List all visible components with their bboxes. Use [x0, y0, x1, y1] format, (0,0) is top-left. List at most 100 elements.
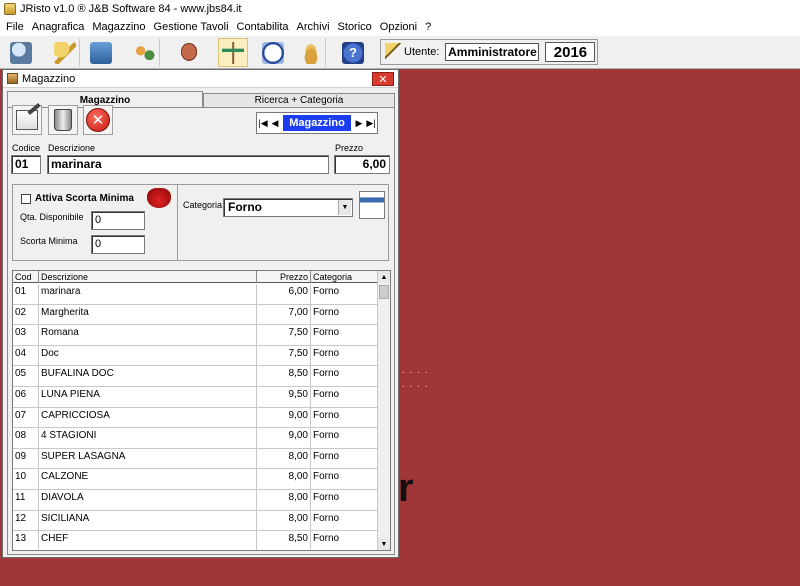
- nav-prev-button[interactable]: ◀: [269, 114, 281, 132]
- products-grid: Cod Descrizione Prezzo Categoria 01 marin…: [12, 270, 391, 551]
- cell-cod: 07: [13, 407, 39, 429]
- table-row[interactable]: 07 CAPRICCIOSA 9,00 Forno: [13, 407, 378, 429]
- cell-categoria: Forno: [311, 366, 378, 387]
- edit-button[interactable]: [12, 105, 42, 135]
- menu-gestione-tavoli[interactable]: Gestione Tavoli: [150, 21, 233, 33]
- categoria-select[interactable]: Forno ▼: [223, 198, 353, 217]
- menu-contabilita[interactable]: Contabilita: [233, 21, 293, 33]
- cell-descrizione: BUFALINA DOC: [39, 366, 257, 387]
- codice-field[interactable]: 01: [11, 155, 41, 174]
- cell-descrizione: 4 STAGIONI: [39, 428, 257, 449]
- table-row[interactable]: 09 SUPER LASAGNA 8,00 Forno: [13, 448, 378, 470]
- tab-ricerca-categoria[interactable]: Ricerca + Categoria: [203, 93, 395, 107]
- cell-categoria: Forno: [311, 284, 378, 305]
- navigator-label: Magazzino: [283, 115, 351, 131]
- table-row[interactable]: 02 Margherita 7,00 Forno: [13, 304, 378, 326]
- table-row[interactable]: 06 LUNA PIENA 9,50 Forno: [13, 387, 378, 408]
- user-terminal-button[interactable]: [6, 38, 36, 67]
- menu-archivi[interactable]: Archivi: [293, 21, 334, 33]
- chevron-down-icon[interactable]: ▼: [338, 200, 351, 215]
- prezzo-label: Prezzo: [335, 143, 364, 153]
- attiva-scorta-checkbox[interactable]: [21, 194, 31, 204]
- menu-magazzino[interactable]: Magazzino: [88, 21, 149, 33]
- qta-disponibile-field[interactable]: 0: [91, 211, 145, 230]
- menu-opzioni[interactable]: Opzioni: [376, 21, 421, 33]
- ham-button[interactable]: [174, 38, 204, 67]
- clock-button[interactable]: [258, 38, 288, 67]
- grid-header: Cod Descrizione Prezzo Categoria: [13, 271, 378, 283]
- people-icon: [134, 41, 156, 64]
- table-row[interactable]: 03 Romana 7,50 Forno: [13, 325, 378, 346]
- cell-categoria: Forno: [311, 469, 378, 490]
- trash-can-icon: [90, 41, 112, 64]
- cell-cod: 10: [13, 469, 39, 490]
- table-button[interactable]: [218, 38, 248, 67]
- cell-cod: 13: [13, 531, 39, 550]
- menu-anagrafica[interactable]: Anagrafica: [28, 21, 89, 33]
- keys-icon: [54, 41, 76, 64]
- cell-cod: 06: [13, 387, 39, 408]
- year-display: 2016: [545, 42, 596, 62]
- waiter-icon[interactable]: [359, 191, 385, 219]
- app-icon: [4, 3, 16, 15]
- user-terminal-icon: [10, 41, 32, 64]
- table-row[interactable]: 04 Doc 7,50 Forno: [13, 345, 378, 367]
- cell-descrizione: Romana: [39, 325, 257, 346]
- window-close-button[interactable]: ✕: [372, 72, 394, 86]
- nav-first-button[interactable]: |◀: [257, 114, 269, 132]
- table-row[interactable]: 10 CALZONE 8,00 Forno: [13, 469, 378, 490]
- cell-categoria: Forno: [311, 345, 378, 367]
- coins-button[interactable]: [296, 38, 326, 67]
- prezzo-field[interactable]: 6,00: [334, 155, 390, 174]
- nav-next-button[interactable]: ▶: [353, 114, 365, 132]
- categoria-value: Forno: [228, 200, 262, 214]
- cell-cod: 04: [13, 345, 39, 367]
- col-cod[interactable]: Cod: [13, 271, 39, 283]
- scroll-thumb[interactable]: [379, 285, 389, 299]
- scroll-up-icon[interactable]: ▲: [378, 271, 390, 283]
- window-title-bar: Magazzino: [3, 70, 398, 88]
- window-title: Magazzino: [22, 72, 76, 85]
- table-row[interactable]: 11 DIAVOLA 8,00 Forno: [13, 490, 378, 511]
- coins-icon: [300, 41, 322, 64]
- attiva-scorta-label: Attiva Scorta Minima: [35, 193, 134, 204]
- cell-categoria: Forno: [311, 304, 378, 326]
- menu-storico[interactable]: Storico: [334, 21, 376, 33]
- scorta-minima-field[interactable]: 0: [91, 235, 145, 254]
- cell-categoria: Forno: [311, 448, 378, 470]
- cell-descrizione: Margherita: [39, 304, 257, 326]
- col-prezzo[interactable]: Prezzo: [257, 271, 311, 283]
- scroll-down-icon[interactable]: ▼: [378, 538, 390, 550]
- menu-file[interactable]: File: [2, 21, 28, 33]
- col-descrizione[interactable]: Descrizione: [39, 271, 257, 283]
- cell-prezzo: 6,00: [257, 284, 311, 305]
- cell-categoria: Forno: [311, 325, 378, 346]
- people-button[interactable]: [130, 38, 160, 67]
- cell-prezzo: 8,00: [257, 448, 311, 470]
- table-row[interactable]: 12 SICILIANA 8,00 Forno: [13, 510, 378, 532]
- scorta-minima-label: Scorta Minima: [20, 236, 78, 246]
- cell-prezzo: 8,00: [257, 469, 311, 490]
- delete-button[interactable]: [48, 105, 78, 135]
- cell-categoria: Forno: [311, 428, 378, 449]
- clock-icon: [262, 41, 284, 64]
- table-row[interactable]: 05 BUFALINA DOC 8,50 Forno: [13, 366, 378, 387]
- help-button[interactable]: ?: [338, 38, 368, 67]
- cell-cod: 05: [13, 366, 39, 387]
- table-row[interactable]: 01 marinara 6,00 Forno: [13, 284, 378, 305]
- trash-can-button[interactable]: [86, 38, 116, 67]
- descrizione-field[interactable]: marinara: [47, 155, 329, 174]
- cancel-button[interactable]: ✕: [83, 105, 113, 135]
- table-row[interactable]: 13 CHEF 8,50 Forno: [13, 531, 378, 550]
- menu-help[interactable]: ?: [421, 21, 435, 33]
- nav-last-button[interactable]: ▶|: [365, 114, 377, 132]
- vertical-scrollbar[interactable]: ▲ ▼: [377, 271, 390, 550]
- descrizione-label: Descrizione: [48, 143, 96, 153]
- keys-button[interactable]: [50, 38, 80, 67]
- table-row[interactable]: 08 4 STAGIONI 9,00 Forno: [13, 428, 378, 449]
- table-icon: [222, 41, 244, 64]
- cell-cod: 02: [13, 304, 39, 326]
- col-categoria[interactable]: Categoria: [311, 271, 378, 283]
- app-title: JRisto v1.0 ® J&B Software 84 - www.jbs8…: [20, 3, 242, 15]
- cell-prezzo: 7,50: [257, 345, 311, 367]
